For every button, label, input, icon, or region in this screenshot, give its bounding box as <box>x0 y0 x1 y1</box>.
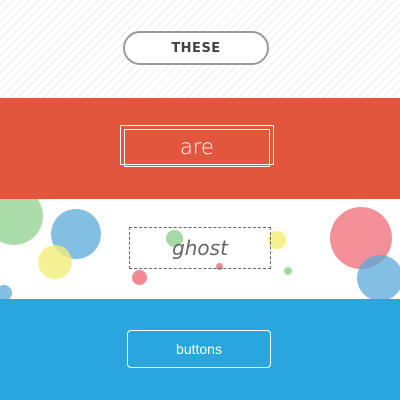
band-bubbles: ghost <box>0 199 400 299</box>
bubble-blue-small <box>0 285 12 299</box>
bubble-blue-right <box>357 255 400 299</box>
band-striped: THESE <box>0 0 400 98</box>
bubble-green-dot <box>284 267 292 275</box>
bubble-red-small <box>132 270 147 285</box>
ghost-button[interactable]: ghost <box>129 227 271 269</box>
are-button[interactable]: are <box>120 125 274 167</box>
bubble-green-large <box>0 199 43 245</box>
band-blue: buttons <box>0 299 400 400</box>
these-button[interactable]: THESE <box>123 31 269 65</box>
buttons-button[interactable]: buttons <box>127 330 271 368</box>
band-red: are <box>0 98 400 199</box>
are-button-label: are <box>180 135 214 159</box>
bubble-yellow-large <box>38 245 72 279</box>
